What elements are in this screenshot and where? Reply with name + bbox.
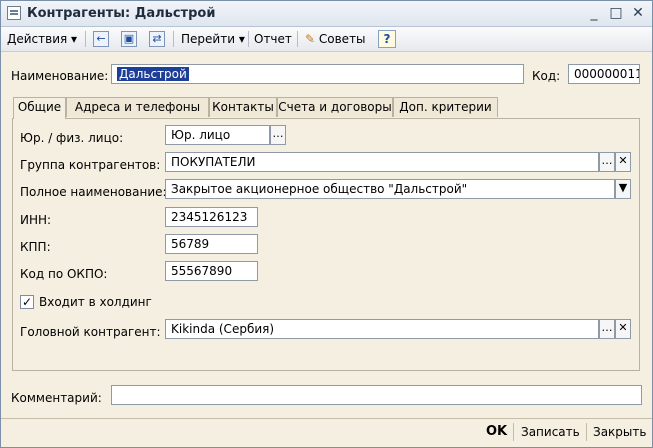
ok-button[interactable]: OK bbox=[486, 421, 507, 443]
goto-menu[interactable]: Перейти ▾ bbox=[181, 31, 245, 47]
toolbar-separator bbox=[85, 31, 86, 47]
form-icon bbox=[7, 6, 21, 20]
footer-divider bbox=[1, 418, 652, 419]
document-icon[interactable]: ▣ bbox=[121, 31, 137, 47]
holding-label: Входит в холдинг bbox=[39, 295, 152, 309]
goto-label: Перейти bbox=[181, 32, 235, 46]
tab-contacts[interactable]: Контакты bbox=[209, 97, 277, 117]
help-icon[interactable]: ? bbox=[378, 30, 396, 48]
code-field[interactable]: 000000011 bbox=[568, 64, 640, 84]
parent-field[interactable]: Kikinda (Сербия) bbox=[165, 319, 599, 339]
full-name-label: Полное наименование: bbox=[20, 185, 167, 199]
back-arrow-icon[interactable]: ← bbox=[93, 31, 109, 47]
maximize-icon[interactable]: □ bbox=[607, 5, 625, 21]
toolbar-separator bbox=[248, 31, 249, 47]
tab-general[interactable]: Общие bbox=[13, 97, 66, 119]
footer-separator bbox=[586, 423, 587, 441]
window-title: Контрагенты: Дальстрой bbox=[27, 6, 216, 21]
group-clear-button[interactable]: ✕ bbox=[615, 152, 631, 172]
close-icon[interactable]: ✕ bbox=[629, 5, 647, 21]
minimize-icon[interactable]: _ bbox=[585, 5, 603, 21]
inn-label: ИНН: bbox=[20, 213, 52, 227]
report-button[interactable]: Отчет bbox=[254, 31, 292, 47]
contractor-window: Контрагенты: Дальстрой _ □ ✕ Действия ▾ … bbox=[0, 0, 653, 448]
inn-field[interactable]: 2345126123 bbox=[165, 207, 258, 227]
group-label: Группа контрагентов: bbox=[20, 158, 161, 172]
name-value: Дальстрой bbox=[117, 67, 189, 81]
group-field[interactable]: ПОКУПАТЕЛИ bbox=[165, 152, 599, 172]
tips-label: Советы bbox=[318, 32, 366, 46]
parent-select-button[interactable]: … bbox=[599, 319, 615, 339]
full-name-field[interactable]: Закрытое акционерное общество "Дальстрой… bbox=[165, 179, 615, 199]
tab-accounts[interactable]: Счета и договоры bbox=[277, 97, 393, 117]
save-button[interactable]: Записать bbox=[521, 421, 580, 443]
name-label: Наименование: bbox=[11, 69, 109, 83]
toolbar-separator bbox=[297, 31, 298, 47]
toolbar: Действия ▾ ← ▣ ⇄ Перейти ▾ Отчет ✎ Совет… bbox=[1, 27, 652, 52]
holding-checkbox[interactable]: ✓ bbox=[20, 295, 34, 309]
kpp-field[interactable]: 56789 bbox=[165, 234, 258, 254]
tab-criteria[interactable]: Доп. критерии bbox=[393, 97, 498, 117]
entity-label: Юр. / физ. лицо: bbox=[20, 131, 124, 145]
kpp-label: КПП: bbox=[20, 240, 51, 254]
okpo-field[interactable]: 55567890 bbox=[165, 261, 258, 281]
comment-field[interactable] bbox=[111, 385, 642, 405]
actions-label: Действия bbox=[7, 32, 68, 46]
refresh-icon[interactable]: ⇄ bbox=[149, 31, 165, 47]
entity-select-button[interactable]: … bbox=[270, 125, 286, 145]
footer-separator bbox=[513, 423, 514, 441]
tips-button[interactable]: ✎ Советы bbox=[305, 31, 366, 47]
tabs: Общие Адреса и телефоны Контакты Счета и… bbox=[13, 97, 640, 119]
titlebar: Контрагенты: Дальстрой _ □ ✕ bbox=[1, 1, 652, 27]
comment-label: Комментарий: bbox=[11, 391, 102, 405]
code-label: Код: bbox=[532, 69, 561, 83]
parent-clear-button[interactable]: ✕ bbox=[615, 319, 631, 339]
name-field[interactable]: Дальстрой bbox=[111, 64, 524, 84]
tab-addresses[interactable]: Адреса и телефоны bbox=[66, 97, 209, 117]
group-select-button[interactable]: … bbox=[599, 152, 615, 172]
toolbar-separator bbox=[173, 31, 174, 47]
okpo-label: Код по ОКПО: bbox=[20, 267, 108, 281]
entity-field[interactable]: Юр. лицо bbox=[165, 125, 270, 145]
tips-icon: ✎ bbox=[305, 32, 316, 46]
actions-menu[interactable]: Действия ▾ bbox=[7, 31, 77, 47]
parent-label: Головной контрагент: bbox=[20, 325, 161, 339]
full-name-dropdown-icon[interactable]: ▼ bbox=[615, 179, 631, 199]
close-button[interactable]: Закрыть bbox=[593, 421, 646, 443]
